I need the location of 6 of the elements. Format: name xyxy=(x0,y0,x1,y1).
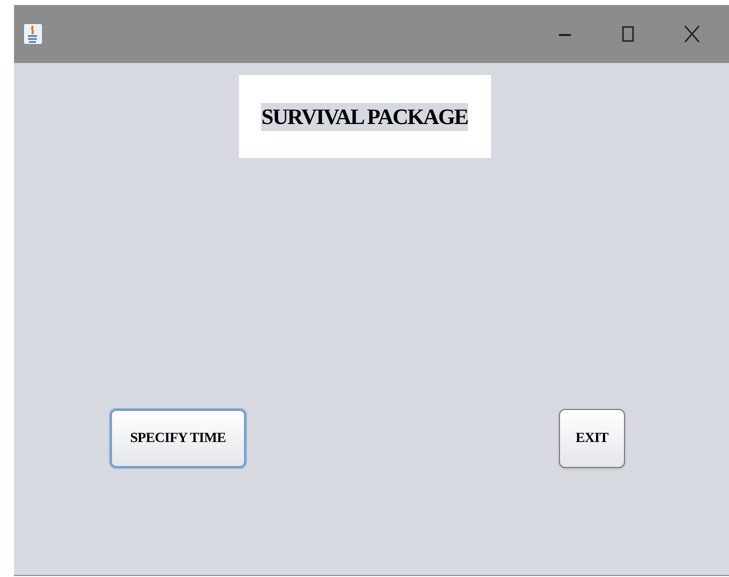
close-icon[interactable] xyxy=(684,25,700,43)
button[interactable]: SPECIFY TIME xyxy=(110,409,246,468)
maximize-icon[interactable] xyxy=(622,26,634,42)
app-title: SURVIVAL PACKAGE xyxy=(261,102,468,130)
coffee-cup-icon xyxy=(23,23,43,45)
button[interactable]: EXIT xyxy=(559,409,625,468)
